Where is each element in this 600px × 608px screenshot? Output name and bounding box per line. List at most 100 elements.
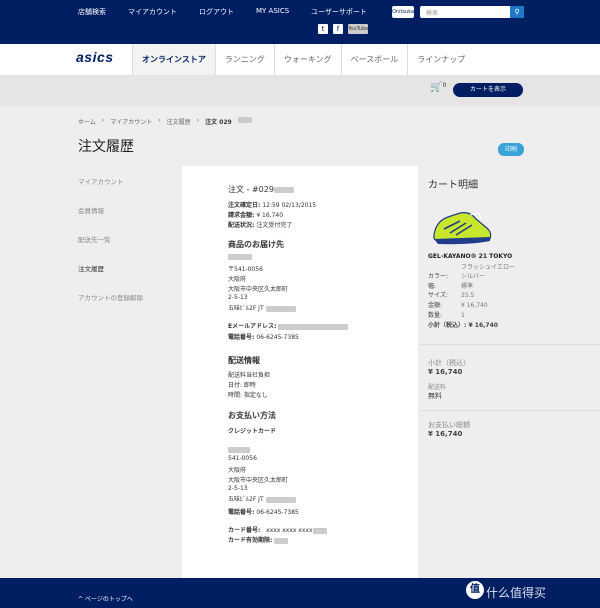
- bill-phone-row: 電話番号: 06-6245-7385: [228, 507, 299, 516]
- email-label: Eメールアドレス:: [228, 323, 277, 330]
- sidebar-item-member-info[interactable]: 会員情報: [78, 205, 143, 234]
- main-nav: オンラインストア ランニング ウォーキング ベースボール ラインナップ: [132, 44, 474, 75]
- product-name[interactable]: GEL-KAYANO® 21 TOKYO: [428, 253, 512, 260]
- asics-logo[interactable]: asics: [76, 49, 114, 65]
- redacted-block: [265, 496, 296, 503]
- my-account-link[interactable]: マイアカウント: [128, 7, 177, 17]
- shipping-value: 無料: [428, 392, 442, 400]
- sidebar-item-order-history[interactable]: 注文履歴: [78, 263, 143, 292]
- cart-icon[interactable]: 🛒0: [430, 82, 446, 93]
- watermark-mark: 值: [466, 581, 484, 599]
- product-attr-row: 数量: 1: [428, 310, 465, 319]
- social-links: t f YouTube: [318, 24, 368, 34]
- bill-line: 五味ﾋﾞﾙ2F JT: [228, 496, 264, 503]
- sum-value: ¥ 16,740: [428, 368, 463, 376]
- product-attr-row: サイズ: 25.5: [428, 290, 474, 299]
- store-search-link[interactable]: 店舗検索: [78, 7, 106, 17]
- phone-row: 電話番号: 06-6245-7385: [228, 332, 299, 341]
- breadcrumb-my-account[interactable]: マイアカウント: [110, 117, 152, 126]
- card-expiry-row: カード有効期限:: [228, 535, 289, 544]
- top-links: 店舗検索 マイアカウント ログアウト MY ASICS ユーザーサポート: [78, 7, 389, 17]
- shipto-line: 大阪府: [228, 276, 247, 283]
- shipto-line: 〒541-0056: [228, 266, 263, 273]
- bill-line: 大阪市中央区久太郎町: [228, 477, 289, 484]
- product-attr-row: 金額: ¥ 16,740: [428, 300, 488, 309]
- shipto-line-5: 五味ﾋﾞﾙ2F JT: [228, 303, 296, 312]
- delivery-line: 配送料当社負担: [228, 372, 271, 379]
- redacted-block: [237, 117, 252, 123]
- search-icon: ⚲: [514, 8, 520, 16]
- facebook-icon[interactable]: f: [333, 24, 343, 34]
- phone-label: 電話番号:: [228, 334, 255, 341]
- product-attr-row: 幅: 標準: [428, 281, 473, 290]
- card-expiry-label: カード有効期限:: [228, 537, 273, 544]
- breadcrumb-home[interactable]: ホーム: [78, 117, 96, 126]
- card-number-value: xxxx xxxx xxxx: [266, 527, 313, 534]
- shipto-line: 五味ﾋﾞﾙ2F JT: [228, 305, 264, 312]
- product-attr-value: 標準: [461, 283, 474, 290]
- product-attr-value: ¥ 16,740: [461, 302, 488, 309]
- order-date-label: 注文確定日:: [228, 202, 261, 209]
- shipping-label: 配送料: [428, 384, 447, 391]
- product-color-name: フラッシュイエロー: [461, 264, 515, 271]
- total-label: お支払い総額: [428, 421, 470, 429]
- nav-lineup[interactable]: ラインナップ: [407, 44, 474, 75]
- user-support-link[interactable]: ユーザーサポート: [311, 7, 367, 17]
- order-status-row: 配送状況: 注文受付完了: [228, 220, 292, 229]
- product-subtotal-label: 小計（税込）:: [428, 322, 467, 329]
- search-button[interactable]: ⚲: [510, 6, 524, 18]
- youtube-icon[interactable]: YouTube: [348, 24, 368, 34]
- cart-count: 0: [442, 82, 447, 89]
- redacted-block: [274, 537, 289, 544]
- view-cart-button[interactable]: カートを表示: [453, 83, 523, 97]
- product-attr-label: サイズ:: [428, 292, 448, 299]
- back-to-top-link[interactable]: ^ ページのトップへ: [78, 594, 133, 603]
- order-date-row: 注文確定日: 12:59 02/13/2015: [228, 200, 316, 209]
- watermark-text: 什么值得买: [486, 586, 547, 600]
- delivery-line: 時間: 指定なし: [228, 392, 268, 399]
- product-shoe-image[interactable]: [430, 207, 494, 247]
- nav-walking[interactable]: ウォーキング: [273, 44, 341, 75]
- divider: [420, 410, 600, 411]
- sidebar-item-my-account[interactable]: マイアカウント: [78, 176, 143, 205]
- breadcrumb: ホーム › マイアカウント › 注文履歴 › 注文 029: [78, 117, 258, 126]
- cart-detail-title: カート明細: [428, 180, 478, 191]
- breadcrumb-order-history[interactable]: 注文履歴: [167, 117, 191, 126]
- product-attr-label: 金額:: [428, 302, 443, 309]
- print-button[interactable]: 印刷: [498, 143, 524, 156]
- product-attr-value: 25.5: [461, 292, 475, 299]
- breadcrumb-current: 注文 029: [205, 119, 232, 126]
- shipto-title: 商品のお届け先: [228, 240, 284, 249]
- onitsuka-tiger-logo[interactable]: Onitsuka Tiger: [392, 6, 414, 27]
- order-amount-label: 請求金額:: [228, 212, 255, 219]
- shipto-line: 2-5-13: [228, 294, 248, 301]
- search-input[interactable]: 検索 ⚲: [420, 6, 524, 18]
- logout-link[interactable]: ログアウト: [199, 7, 234, 17]
- order-number-text: 注文 - #029: [228, 185, 274, 194]
- bill-line-5: 五味ﾋﾞﾙ2F JT: [228, 494, 296, 503]
- twitter-icon[interactable]: t: [318, 24, 328, 34]
- phone-value: 06-6245-7385: [256, 509, 299, 516]
- total-value: ¥ 16,740: [428, 430, 463, 438]
- order-amount-row: 請求金額: ¥ 16,740: [228, 210, 283, 219]
- nav-baseball[interactable]: ベースボール: [340, 44, 408, 75]
- bill-line: 大阪府: [228, 467, 247, 474]
- phone-label: 電話番号:: [228, 509, 255, 516]
- payment-method: クレジットカード: [228, 428, 277, 435]
- sidebar-item-addresses[interactable]: 配送先一覧: [78, 234, 143, 263]
- redacted-block: [228, 446, 250, 453]
- product-attr-row: カラー: シルバー: [428, 271, 485, 280]
- nav-running[interactable]: ランニング: [214, 44, 274, 75]
- product-attr-value: 1: [461, 312, 465, 319]
- page-title: 注文履歴: [78, 139, 134, 155]
- phone-value: 06-6245-7385: [256, 334, 299, 341]
- nav-online-store[interactable]: オンラインストア: [132, 44, 215, 75]
- email-row: Eメールアドレス:: [228, 321, 349, 330]
- product-attr-label: 幅:: [428, 283, 437, 290]
- delivery-title: 配送情報: [228, 356, 260, 365]
- card-number-row: カード番号: xxxx xxxx xxxx: [228, 525, 327, 534]
- sidebar-item-unregister[interactable]: アカウントの登録解除: [78, 292, 143, 321]
- order-status-label: 配送状況:: [228, 222, 255, 229]
- shipto-line: 大阪市中央区久太郎町: [228, 286, 289, 293]
- my-asics-link[interactable]: MY ASICS: [256, 7, 289, 17]
